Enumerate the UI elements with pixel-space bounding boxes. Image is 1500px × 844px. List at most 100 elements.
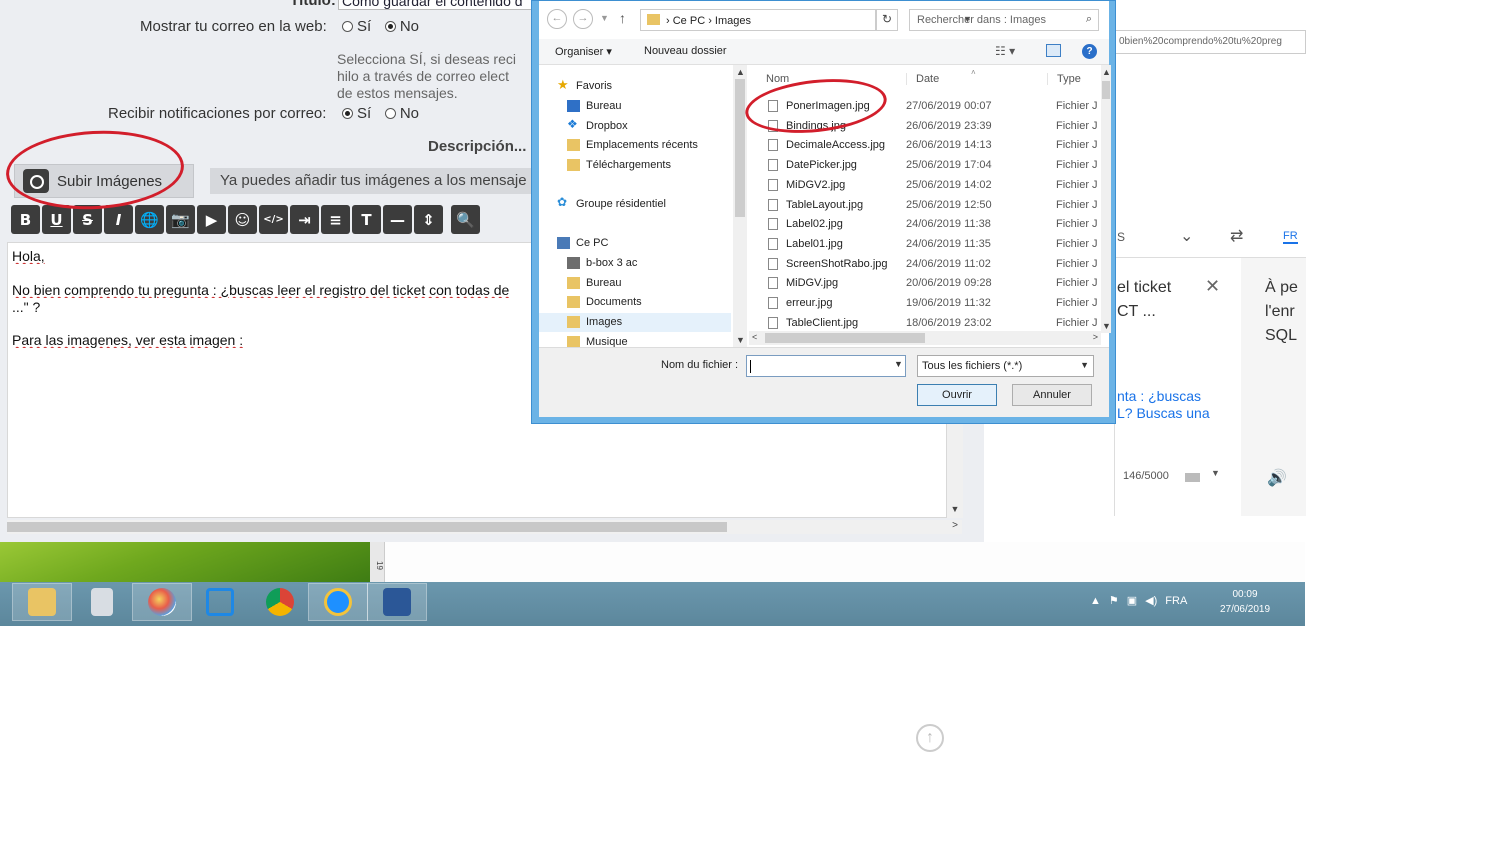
column-header-date[interactable]: Date bbox=[906, 73, 939, 85]
horizontal-rule-icon[interactable]: — bbox=[383, 205, 412, 234]
address-bar[interactable]: › Ce PC › Images ▼ bbox=[640, 9, 972, 31]
breadcrumb-item[interactable]: Ce PC bbox=[673, 15, 705, 27]
view-options-icon[interactable]: ☷ ▾ bbox=[995, 44, 1015, 58]
input-language[interactable]: FRA bbox=[1165, 595, 1187, 607]
titulo-input[interactable]: Cómo guardar el contenido d bbox=[338, 0, 538, 10]
recibir-si-radio[interactable] bbox=[342, 108, 353, 119]
insert-image-icon[interactable]: 📷 bbox=[166, 205, 195, 234]
file-type-select[interactable]: Tous les fichiers (*.*) ▼ bbox=[917, 355, 1094, 377]
mostrar-no-radio[interactable] bbox=[384, 21, 396, 32]
swap-languages-icon[interactable]: ⇄ bbox=[1230, 226, 1243, 246]
page-horizontal-scrollbar[interactable]: > bbox=[7, 520, 962, 534]
cancel-button[interactable]: Annuler bbox=[1012, 384, 1092, 406]
nav-item-favoris[interactable]: ★ Favoris bbox=[539, 77, 731, 96]
forward-arrow-icon[interactable]: → bbox=[573, 9, 593, 29]
nav-pane-scrollbar[interactable]: ▲ ▼ bbox=[733, 65, 747, 347]
nav-item-images[interactable]: Images bbox=[539, 313, 731, 332]
file-row[interactable]: MiDGV2.jpg 25/06/2019 14:02 Fichier J bbox=[749, 176, 1101, 195]
column-header-name[interactable]: Nom bbox=[766, 73, 789, 85]
file-list-horizontal-scrollbar[interactable]: < > bbox=[749, 331, 1101, 345]
file-row[interactable]: Label01.jpg 24/06/2019 11:35 Fichier J bbox=[749, 235, 1101, 254]
file-row[interactable]: erreur.jpg 19/06/2019 11:32 Fichier J bbox=[749, 294, 1101, 313]
new-folder-button[interactable]: Nouveau dossier bbox=[644, 45, 727, 57]
chrome-taskbar-button[interactable] bbox=[250, 583, 310, 621]
preview-icon[interactable]: 🔍 bbox=[451, 205, 480, 234]
file-explorer-taskbar-button[interactable] bbox=[12, 583, 72, 621]
file-row[interactable]: Label02.jpg 24/06/2019 11:38 Fichier J bbox=[749, 215, 1101, 234]
recibir-no-radio[interactable] bbox=[384, 108, 396, 119]
recent-locations-chevron-icon[interactable]: ▼ bbox=[600, 13, 609, 23]
file-row[interactable]: PonerImagen.jpg 27/06/2019 00:07 Fichier J bbox=[749, 97, 1101, 116]
file-row[interactable]: DecimaleAccess.jpg 26/06/2019 14:13 Fichie… bbox=[749, 136, 1101, 155]
volume-icon[interactable]: ◀) bbox=[1145, 594, 1157, 607]
file-row[interactable]: DatePicker.jpg 25/06/2019 17:04 Fichier J bbox=[749, 156, 1101, 175]
nav-item-musique[interactable]: Musique bbox=[539, 333, 731, 347]
scroll-right-icon[interactable]: > bbox=[952, 520, 958, 531]
file-row[interactable]: ScreenShotRabo.jpg 24/06/2019 11:02 Fichie… bbox=[749, 255, 1101, 274]
link-globe-icon[interactable]: 🌐 bbox=[135, 205, 164, 234]
scroll-right-icon[interactable]: > bbox=[1093, 332, 1098, 342]
nav-item-recent[interactable]: Emplacements récents bbox=[539, 136, 731, 155]
clock[interactable]: 00:09 27/06/2019 bbox=[1210, 587, 1280, 617]
nav-item-ce-pc[interactable]: Ce PC bbox=[539, 234, 731, 253]
source-language-tab[interactable]: S bbox=[1117, 230, 1125, 244]
search-input[interactable]: Rechercher dans : Images ⌕ bbox=[909, 9, 1099, 31]
suggestion-link[interactable]: nta : ¿buscas L? Buscas una bbox=[1117, 388, 1210, 422]
nav-item-bureau[interactable]: Bureau bbox=[539, 97, 731, 116]
scroll-up-icon[interactable]: ▲ bbox=[1102, 67, 1111, 77]
scroll-down-icon[interactable]: ▼ bbox=[1102, 321, 1111, 331]
file-row[interactable]: MiDGV.jpg 20/06/2019 09:28 Fichier J bbox=[749, 274, 1101, 293]
nav-item-downloads[interactable]: Téléchargements bbox=[539, 156, 731, 175]
scroll-down-icon[interactable]: ▼ bbox=[736, 335, 745, 345]
nav-item-homegroup[interactable]: ✿ Groupe résidentiel bbox=[539, 195, 731, 214]
scrollbar-thumb[interactable] bbox=[7, 522, 727, 532]
internet-explorer-taskbar-button[interactable] bbox=[308, 583, 368, 621]
spoiler-icon[interactable]: ⇕ bbox=[414, 205, 443, 234]
chevron-down-icon[interactable]: ▼ bbox=[1080, 360, 1089, 370]
smiley-icon[interactable]: ☺ bbox=[228, 205, 257, 234]
file-row[interactable]: TableLayout.jpg 25/06/2019 12:50 Fichier J bbox=[749, 196, 1101, 215]
underline-button[interactable]: U bbox=[42, 205, 71, 234]
nav-item-bbox[interactable]: b-box 3 ac bbox=[539, 254, 731, 273]
up-arrow-icon[interactable]: ↑ bbox=[619, 10, 626, 26]
open-button[interactable]: Ouvrir bbox=[917, 384, 997, 406]
keyboard-icon[interactable] bbox=[1185, 473, 1200, 482]
italic-button[interactable]: I bbox=[104, 205, 133, 234]
scrollbar-thumb[interactable] bbox=[765, 333, 925, 343]
close-icon[interactable]: ✕ bbox=[1205, 276, 1220, 297]
chevron-down-icon[interactable]: ▼ bbox=[1211, 468, 1220, 478]
calculator-taskbar-button[interactable] bbox=[72, 583, 132, 621]
url-bar[interactable]: 0bien%20comprendo%20tu%20preg bbox=[1115, 30, 1306, 54]
scrollbar-thumb[interactable] bbox=[1102, 81, 1110, 99]
strikethrough-button[interactable]: S bbox=[73, 205, 102, 234]
subir-imagenes-button[interactable]: Subir Imágenes bbox=[14, 164, 194, 198]
indent-icon[interactable]: ⇥ bbox=[290, 205, 319, 234]
back-arrow-icon[interactable]: ← bbox=[547, 9, 567, 29]
file-row[interactable]: Bindings.jpg 26/06/2019 23:39 Fichier J bbox=[749, 117, 1101, 136]
scroll-left-icon[interactable]: < bbox=[752, 332, 757, 342]
justify-icon[interactable]: ≡ bbox=[321, 205, 350, 234]
help-icon[interactable]: ? bbox=[1082, 44, 1097, 59]
target-language-tab[interactable]: FR bbox=[1283, 230, 1298, 244]
refresh-icon[interactable]: ↻ bbox=[876, 9, 898, 31]
scroll-top-icon[interactable]: ↑ bbox=[916, 724, 944, 752]
youtube-icon[interactable]: ▶ bbox=[197, 205, 226, 234]
organiser-menu[interactable]: Organiser ▾ bbox=[555, 45, 612, 58]
nav-item-bureau-pc[interactable]: Bureau bbox=[539, 274, 731, 293]
preview-pane-icon[interactable] bbox=[1046, 44, 1061, 57]
scrollbar-thumb[interactable] bbox=[735, 79, 745, 217]
text-size-icon[interactable]: T bbox=[352, 205, 381, 234]
word-taskbar-button[interactable] bbox=[367, 583, 427, 621]
scroll-down-icon[interactable]: ▼ bbox=[947, 504, 963, 518]
snipping-tool-taskbar-button[interactable] bbox=[190, 583, 250, 621]
search-icon[interactable]: ⌕ bbox=[1086, 13, 1092, 26]
chevron-down-icon[interactable]: ▼ bbox=[894, 359, 903, 369]
flag-icon[interactable]: ⚑ bbox=[1109, 594, 1119, 607]
paint-taskbar-button[interactable] bbox=[132, 583, 192, 621]
file-list-vertical-scrollbar[interactable]: ▲ ▼ bbox=[1101, 65, 1111, 333]
chevron-down-icon[interactable]: ⌄ bbox=[1180, 226, 1193, 246]
filename-input[interactable]: ▼ bbox=[746, 355, 906, 377]
nav-item-dropbox[interactable]: ❖ Dropbox bbox=[539, 117, 731, 136]
nav-item-documents[interactable]: Documents bbox=[539, 293, 731, 312]
mostrar-si-radio[interactable] bbox=[342, 21, 353, 32]
